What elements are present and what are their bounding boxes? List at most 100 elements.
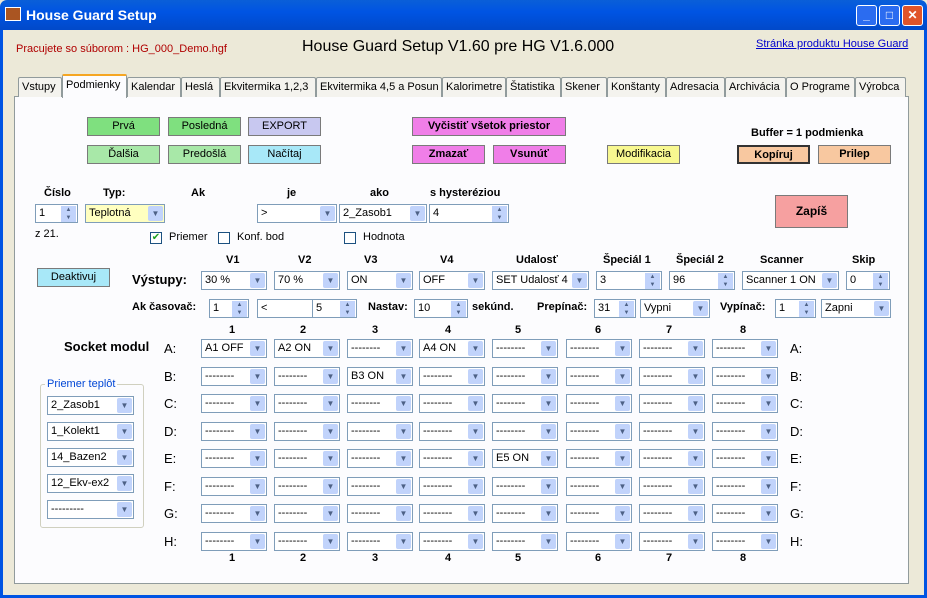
tab-0[interactable]: Vstupy — [18, 77, 62, 97]
output-0[interactable]: 30 % ▼ — [201, 271, 267, 290]
prepinac-spinner-down-icon[interactable]: ▼ — [619, 309, 634, 317]
timer-val1-down-icon[interactable]: ▼ — [232, 309, 247, 317]
socket-cell-6-1[interactable]: -------- ▼ — [274, 504, 340, 523]
tab-2[interactable]: Kalendar — [127, 77, 181, 97]
socket-cell-2-0[interactable]: -------- ▼ — [201, 394, 267, 413]
socket-cell-7-6[interactable]: -------- ▼ — [639, 531, 705, 551]
socket-cell-6-7[interactable]: -------- ▼ — [712, 504, 778, 523]
socket-cell-1-2-chevron-down-icon[interactable]: ▼ — [396, 368, 411, 384]
socket-cell-2-5-chevron-down-icon[interactable]: ▼ — [615, 396, 630, 411]
vypinac-spinner-down-icon[interactable]: ▼ — [799, 309, 814, 317]
socket-cell-0-2[interactable]: -------- ▼ — [347, 339, 413, 358]
socket-cell-5-4[interactable]: -------- ▼ — [492, 476, 558, 496]
paste-button[interactable]: Prilep — [818, 145, 891, 164]
prepinac-spinner-up-icon[interactable]: ▲ — [619, 301, 634, 309]
socket-cell-7-5[interactable]: -------- ▼ — [566, 531, 632, 551]
output-7-chevron-down-icon[interactable]: ▼ — [822, 273, 837, 288]
tab-12[interactable]: O Programe — [786, 77, 855, 97]
socket-cell-5-5[interactable]: -------- ▼ — [566, 476, 632, 496]
socket-cell-6-4[interactable]: -------- ▼ — [492, 504, 558, 523]
socket-cell-5-3-chevron-down-icon[interactable]: ▼ — [468, 478, 483, 494]
insert-button[interactable]: Vsunúť — [493, 145, 566, 164]
socket-cell-1-1[interactable]: -------- ▼ — [274, 366, 340, 386]
socket-cell-1-0[interactable]: -------- ▼ — [201, 366, 267, 386]
socket-cell-5-4-chevron-down-icon[interactable]: ▼ — [541, 478, 556, 494]
socket-cell-7-0-chevron-down-icon[interactable]: ▼ — [250, 533, 265, 549]
socket-cell-7-1-chevron-down-icon[interactable]: ▼ — [323, 533, 338, 549]
minimize-button[interactable]: _ — [856, 5, 877, 26]
socket-cell-5-5-chevron-down-icon[interactable]: ▼ — [615, 478, 630, 494]
socket-cell-2-3-chevron-down-icon[interactable]: ▼ — [468, 396, 483, 411]
socket-cell-5-6[interactable]: -------- ▼ — [639, 476, 705, 496]
socket-cell-6-3-chevron-down-icon[interactable]: ▼ — [468, 506, 483, 521]
socket-cell-0-2-chevron-down-icon[interactable]: ▼ — [396, 341, 411, 356]
socket-cell-7-5-chevron-down-icon[interactable]: ▼ — [615, 533, 630, 549]
socket-cell-4-7[interactable]: -------- ▼ — [712, 449, 778, 468]
socket-cell-7-6-chevron-down-icon[interactable]: ▼ — [688, 533, 703, 549]
socket-cell-3-7-chevron-down-icon[interactable]: ▼ — [761, 423, 776, 439]
predosla-button[interactable]: Predošlá — [168, 145, 241, 164]
socket-cell-0-3[interactable]: A4 ON ▼ — [419, 339, 485, 358]
socket-cell-2-2[interactable]: -------- ▼ — [347, 394, 413, 413]
socket-cell-0-7[interactable]: -------- ▼ — [712, 339, 778, 358]
socket-cell-3-3-chevron-down-icon[interactable]: ▼ — [468, 423, 483, 439]
output-5-up-icon[interactable]: ▲ — [645, 273, 660, 281]
socket-cell-2-1-chevron-down-icon[interactable]: ▼ — [323, 396, 338, 411]
socket-cell-6-0[interactable]: -------- ▼ — [201, 504, 267, 523]
delete-button[interactable]: Zmazať — [412, 145, 485, 164]
hodnota-checkbox[interactable] — [344, 232, 356, 244]
socket-cell-7-1[interactable]: -------- ▼ — [274, 531, 340, 551]
timer-val1-up-icon[interactable]: ▲ — [232, 301, 247, 309]
socket-cell-3-4[interactable]: -------- ▼ — [492, 421, 558, 441]
socket-cell-5-1-chevron-down-icon[interactable]: ▼ — [323, 478, 338, 494]
socket-cell-2-7[interactable]: -------- ▼ — [712, 394, 778, 413]
timer-val2-down-icon[interactable]: ▼ — [340, 309, 355, 317]
socket-cell-7-0[interactable]: -------- ▼ — [201, 531, 267, 551]
socket-cell-0-0[interactable]: A1 OFF ▼ — [201, 339, 267, 358]
socket-cell-4-4[interactable]: E5 ON ▼ — [492, 449, 558, 468]
tab-10[interactable]: Adresacia — [666, 77, 725, 97]
socket-cell-1-3-chevron-down-icon[interactable]: ▼ — [468, 368, 483, 384]
copy-button[interactable]: Kopíruj — [737, 145, 810, 164]
socket-cell-1-6-chevron-down-icon[interactable]: ▼ — [688, 368, 703, 384]
typ-select-chevron-down-icon[interactable]: ▼ — [148, 206, 163, 221]
socket-cell-3-1-chevron-down-icon[interactable]: ▼ — [323, 423, 338, 439]
socket-cell-1-4[interactable]: -------- ▼ — [492, 366, 558, 386]
priemer-item-2-chevron-down-icon[interactable]: ▼ — [117, 450, 132, 465]
socket-cell-0-5[interactable]: -------- ▼ — [566, 339, 632, 358]
socket-cell-0-6-chevron-down-icon[interactable]: ▼ — [688, 341, 703, 356]
socket-cell-7-7-chevron-down-icon[interactable]: ▼ — [761, 533, 776, 549]
socket-cell-1-1-chevron-down-icon[interactable]: ▼ — [323, 368, 338, 384]
socket-cell-5-0-chevron-down-icon[interactable]: ▼ — [250, 478, 265, 494]
tab-5[interactable]: Ekvitermika 4,5 a Posun — [316, 77, 442, 97]
posledna-button[interactable]: Posledná — [168, 117, 241, 136]
output-8-up-icon[interactable]: ▲ — [873, 273, 888, 281]
socket-cell-0-5-chevron-down-icon[interactable]: ▼ — [615, 341, 630, 356]
konf-bod-checkbox[interactable] — [218, 232, 230, 244]
maximize-button[interactable]: □ — [879, 5, 900, 26]
product-link[interactable]: Stránka produktu House Guard — [756, 38, 908, 50]
socket-cell-2-4-chevron-down-icon[interactable]: ▼ — [541, 396, 556, 411]
cislo-spinner[interactable]: 1 ▲ ▼ — [35, 204, 78, 223]
tab-11[interactable]: Archivácia — [725, 77, 786, 97]
socket-cell-6-7-chevron-down-icon[interactable]: ▼ — [761, 506, 776, 521]
vypinac-select-chevron-down-icon[interactable]: ▼ — [874, 301, 889, 316]
socket-cell-1-0-chevron-down-icon[interactable]: ▼ — [250, 368, 265, 384]
socket-cell-4-0[interactable]: -------- ▼ — [201, 449, 267, 468]
output-2-chevron-down-icon[interactable]: ▼ — [396, 273, 411, 288]
socket-cell-5-7-chevron-down-icon[interactable]: ▼ — [761, 478, 776, 494]
socket-cell-2-5[interactable]: -------- ▼ — [566, 394, 632, 413]
socket-cell-0-7-chevron-down-icon[interactable]: ▼ — [761, 341, 776, 356]
tab-6[interactable]: Kalorimetre — [442, 77, 506, 97]
socket-cell-2-0-chevron-down-icon[interactable]: ▼ — [250, 396, 265, 411]
socket-cell-5-6-chevron-down-icon[interactable]: ▼ — [688, 478, 703, 494]
tab-7[interactable]: Štatistika — [506, 77, 561, 97]
socket-cell-0-4-chevron-down-icon[interactable]: ▼ — [541, 341, 556, 356]
socket-cell-3-6-chevron-down-icon[interactable]: ▼ — [688, 423, 703, 439]
priemer-item-3-chevron-down-icon[interactable]: ▼ — [117, 476, 132, 491]
socket-cell-2-1[interactable]: -------- ▼ — [274, 394, 340, 413]
tab-13[interactable]: Výrobca — [855, 77, 906, 97]
socket-cell-7-3-chevron-down-icon[interactable]: ▼ — [468, 533, 483, 549]
nastav-spinner-down-icon[interactable]: ▼ — [451, 309, 466, 317]
priemer-item-3[interactable]: 12_Ekv-ex2 ▼ — [47, 474, 134, 493]
